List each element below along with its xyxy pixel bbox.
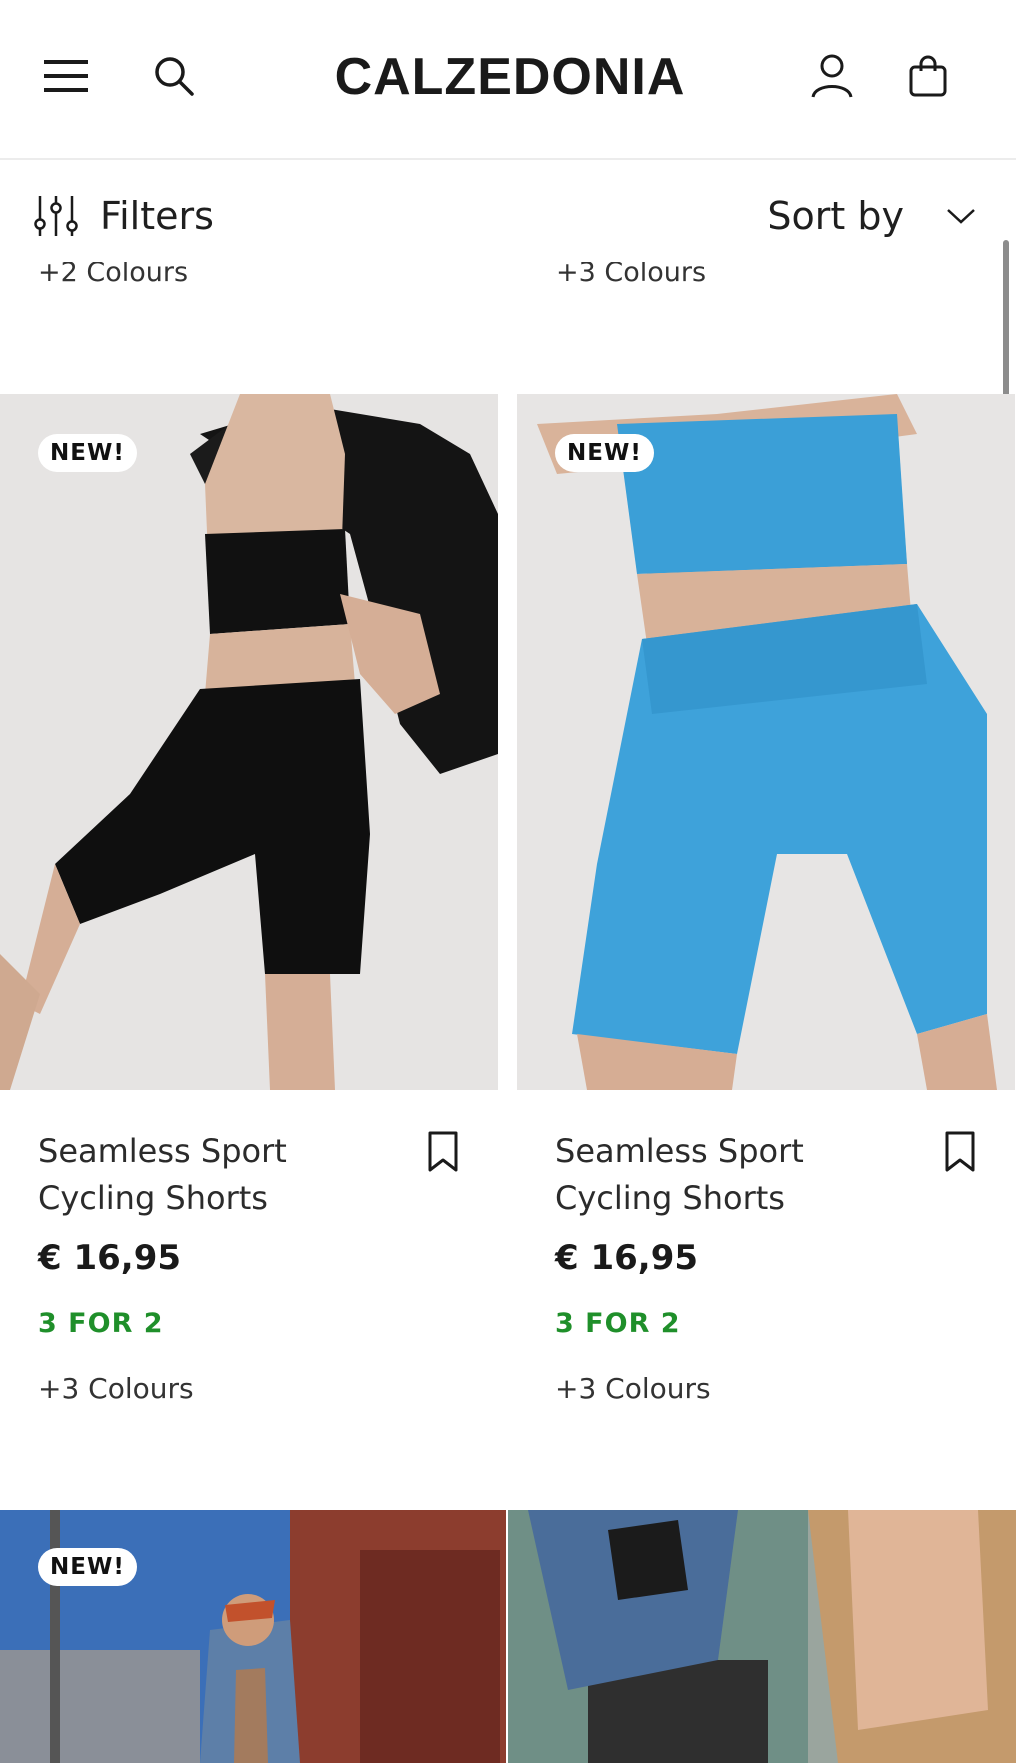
hamburger-menu-icon[interactable] <box>40 50 92 102</box>
product-image[interactable]: NEW! <box>0 1510 506 1763</box>
product-info: Seamless Sport Cycling Shorts € 16,95 3 … <box>517 1090 1015 1470</box>
colour-count[interactable]: +3 Colours <box>555 1372 711 1405</box>
new-badge: NEW! <box>38 434 137 472</box>
colour-count[interactable]: +3 Colours <box>38 1372 194 1405</box>
site-header: CALZEDONIA <box>0 0 1016 160</box>
filters-button[interactable]: Filters <box>34 184 214 248</box>
account-icon[interactable] <box>804 48 860 104</box>
prev-product-colours: +2 Colours <box>38 262 189 284</box>
product-card[interactable]: NEW! Seamless Sport Cycling Shorts € 16,… <box>517 394 1015 1470</box>
sort-by-dropdown[interactable]: Sort by <box>767 184 976 248</box>
bookmark-icon[interactable] <box>426 1130 460 1174</box>
promo-label: 3 FOR 2 <box>38 1308 164 1339</box>
product-image[interactable]: NEW! <box>517 394 1015 1090</box>
chevron-down-icon <box>947 209 975 224</box>
filter-sort-bar: Filters Sort by <box>0 162 1016 278</box>
brand-logo[interactable]: CALZEDONIA <box>300 42 720 112</box>
product-card[interactable]: NEW! Seamless Sport Cycling Shorts € 16,… <box>0 394 498 1470</box>
new-badge: NEW! <box>555 434 654 472</box>
new-badge: NEW! <box>38 1548 137 1586</box>
search-icon[interactable] <box>148 50 200 102</box>
product-info: Seamless Sport Cycling Shorts € 16,95 3 … <box>0 1090 498 1470</box>
product-price: € 16,95 <box>38 1238 182 1278</box>
promo-label: 3 FOR 2 <box>555 1308 681 1339</box>
bookmark-icon[interactable] <box>943 1130 977 1174</box>
product-image[interactable]: NEW! <box>0 394 498 1090</box>
shopping-bag-icon[interactable] <box>902 50 954 102</box>
sliders-icon <box>34 196 78 236</box>
filters-label: Filters <box>100 194 214 238</box>
sort-by-label: Sort by <box>767 194 904 238</box>
product-price: € 16,95 <box>555 1238 699 1278</box>
product-name[interactable]: Seamless Sport Cycling Shorts <box>555 1128 885 1222</box>
product-name[interactable]: Seamless Sport Cycling Shorts <box>38 1128 368 1222</box>
prev-product-colours: +3 Colours <box>556 262 707 284</box>
product-image[interactable] <box>508 1510 1016 1763</box>
